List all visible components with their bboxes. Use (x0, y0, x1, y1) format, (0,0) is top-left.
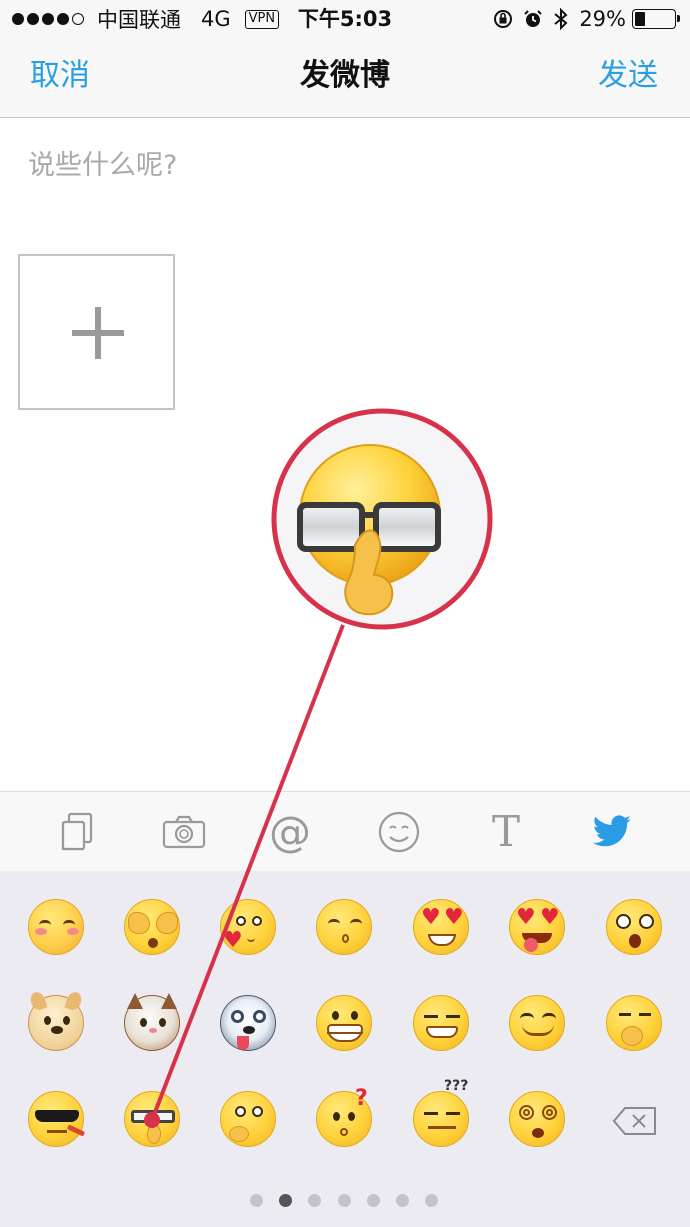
think-emoji[interactable] (606, 995, 662, 1051)
bluetooth-icon (554, 8, 568, 30)
text-icon: T (491, 807, 520, 856)
nav-bar: 取消 发微博 发送 (0, 38, 690, 118)
rotation-lock-icon (494, 10, 513, 28)
page-dot[interactable] (425, 1194, 438, 1207)
copy-button[interactable] (53, 810, 101, 854)
cancel-button[interactable]: 取消 (30, 56, 90, 96)
copy-icon (61, 812, 93, 851)
kiss-emoji[interactable] (316, 899, 372, 955)
magnified-glasses-emoji (297, 444, 441, 616)
status-right: 29% (493, 6, 680, 32)
text-format-button[interactable]: T (482, 810, 530, 854)
confused-emoji[interactable]: ??? (413, 1078, 469, 1147)
husky-emoji[interactable] (220, 995, 276, 1051)
page-title: 发微博 (300, 58, 390, 93)
cover-eyes-emoji[interactable] (124, 899, 180, 955)
alarm-icon (524, 10, 543, 27)
page-dot-active[interactable] (279, 1194, 292, 1207)
camera-icon (162, 815, 206, 849)
status-bar: 中国联通 4G VPN 下午5:03 29% (0, 0, 690, 38)
add-photo-button[interactable] (18, 254, 175, 410)
battery-percent: 29% (579, 7, 626, 31)
page-dot[interactable] (367, 1194, 380, 1207)
smiley-icon (378, 811, 420, 853)
cat-emoji[interactable] (124, 993, 180, 1051)
doge-emoji[interactable] (28, 990, 84, 1051)
at-icon: @ (269, 807, 311, 856)
camera-button[interactable] (160, 810, 208, 854)
page-dot[interactable] (338, 1194, 351, 1207)
backspace-icon (612, 1107, 656, 1135)
glasses-emoji[interactable] (124, 1091, 180, 1147)
dizzy-emoji[interactable] (509, 1091, 565, 1147)
surprised-emoji[interactable] (606, 899, 662, 955)
page-dot[interactable] (396, 1194, 409, 1207)
content-emoji[interactable] (509, 995, 565, 1051)
weibo-bird-button[interactable] (589, 810, 637, 854)
compose-input[interactable] (28, 140, 668, 190)
bird-icon (593, 815, 631, 847)
heart-eyes-emoji[interactable]: ♥ ♥ (413, 899, 469, 955)
mention-button[interactable]: @ (266, 810, 314, 854)
compose-toolbar: @ T (0, 791, 690, 871)
heart-love-emoji[interactable]: ♥ (220, 899, 276, 955)
page-indicator (0, 1192, 690, 1208)
ponder-emoji[interactable] (220, 1091, 276, 1147)
send-button[interactable]: 发送 (598, 56, 658, 96)
backspace-button[interactable] (612, 1106, 658, 1136)
question-emoji[interactable]: ? (316, 1086, 372, 1147)
tongue-heart-emoji[interactable]: ♥ ♥ (509, 899, 565, 955)
emoji-keyboard: ♥ ♥ ♥ ♥ ♥ ? ??? (0, 871, 690, 1227)
blush-emoji[interactable] (28, 899, 84, 955)
page-dot[interactable] (308, 1194, 321, 1207)
battery-fill (635, 12, 645, 26)
cool-shades-emoji[interactable] (28, 1091, 86, 1147)
emoji-button[interactable] (375, 810, 423, 854)
smirk-emoji[interactable] (413, 995, 469, 1051)
magnifier-circle (271, 408, 493, 630)
grin-emoji[interactable] (316, 995, 372, 1051)
page-dot[interactable] (250, 1194, 263, 1207)
battery-icon (632, 9, 680, 29)
